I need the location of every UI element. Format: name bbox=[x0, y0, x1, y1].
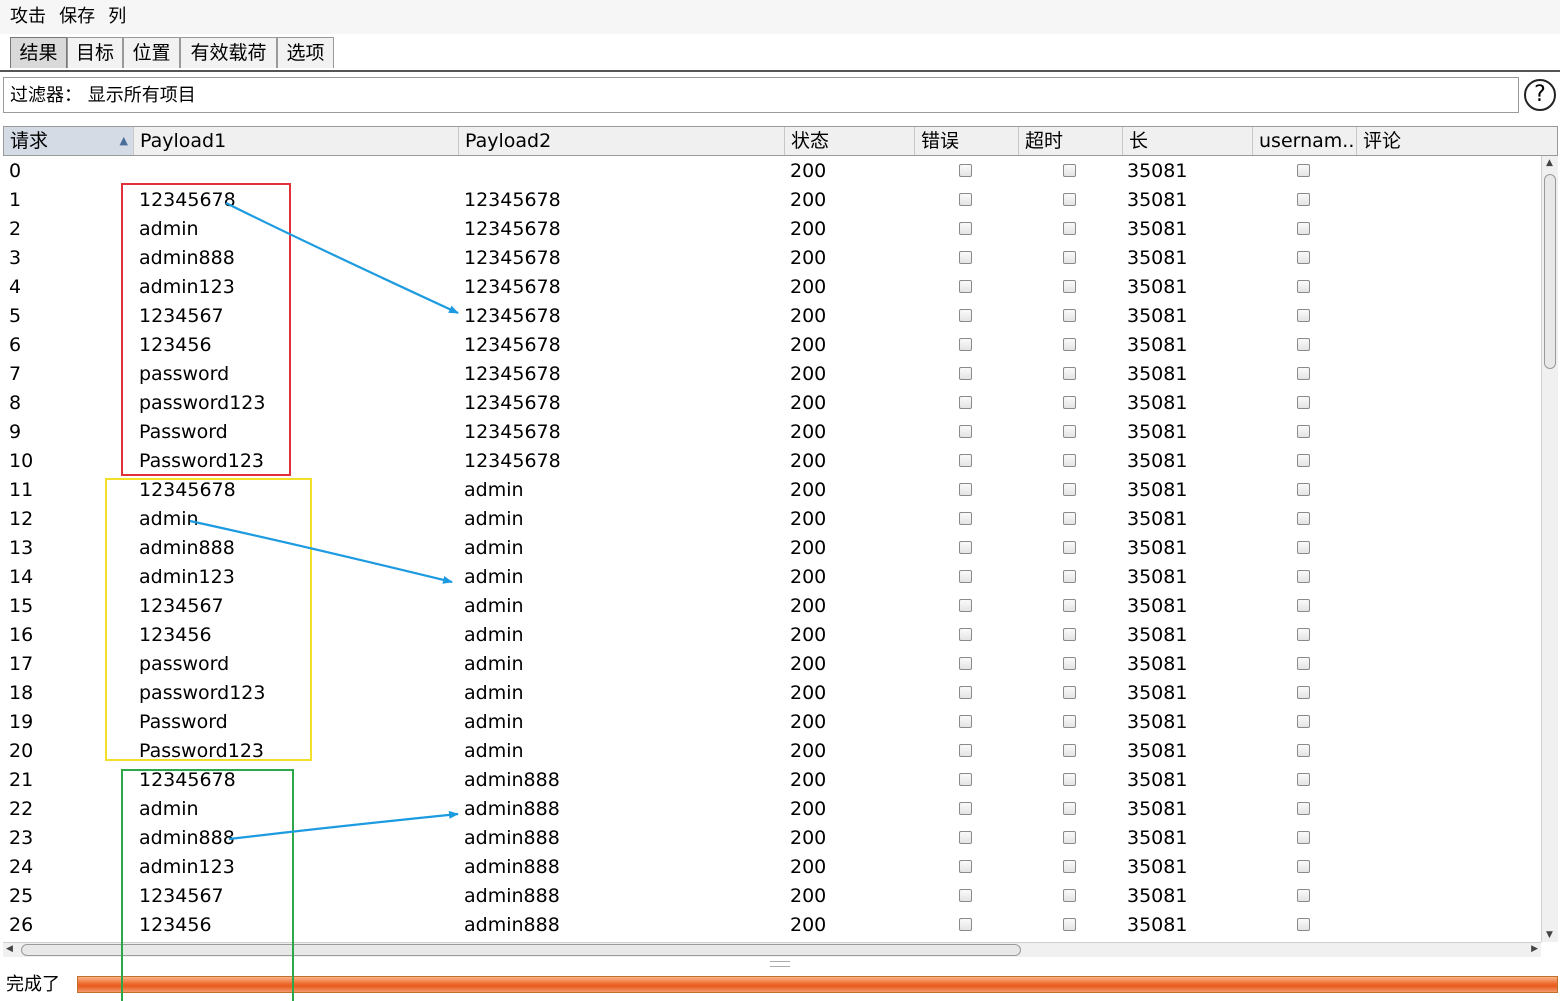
annotation-arrows bbox=[189, 202, 459, 841]
annotation-arrow-1 bbox=[225, 202, 459, 314]
annotation-arrow-3 bbox=[228, 810, 459, 841]
annotation-arrow-2 bbox=[189, 519, 453, 584]
